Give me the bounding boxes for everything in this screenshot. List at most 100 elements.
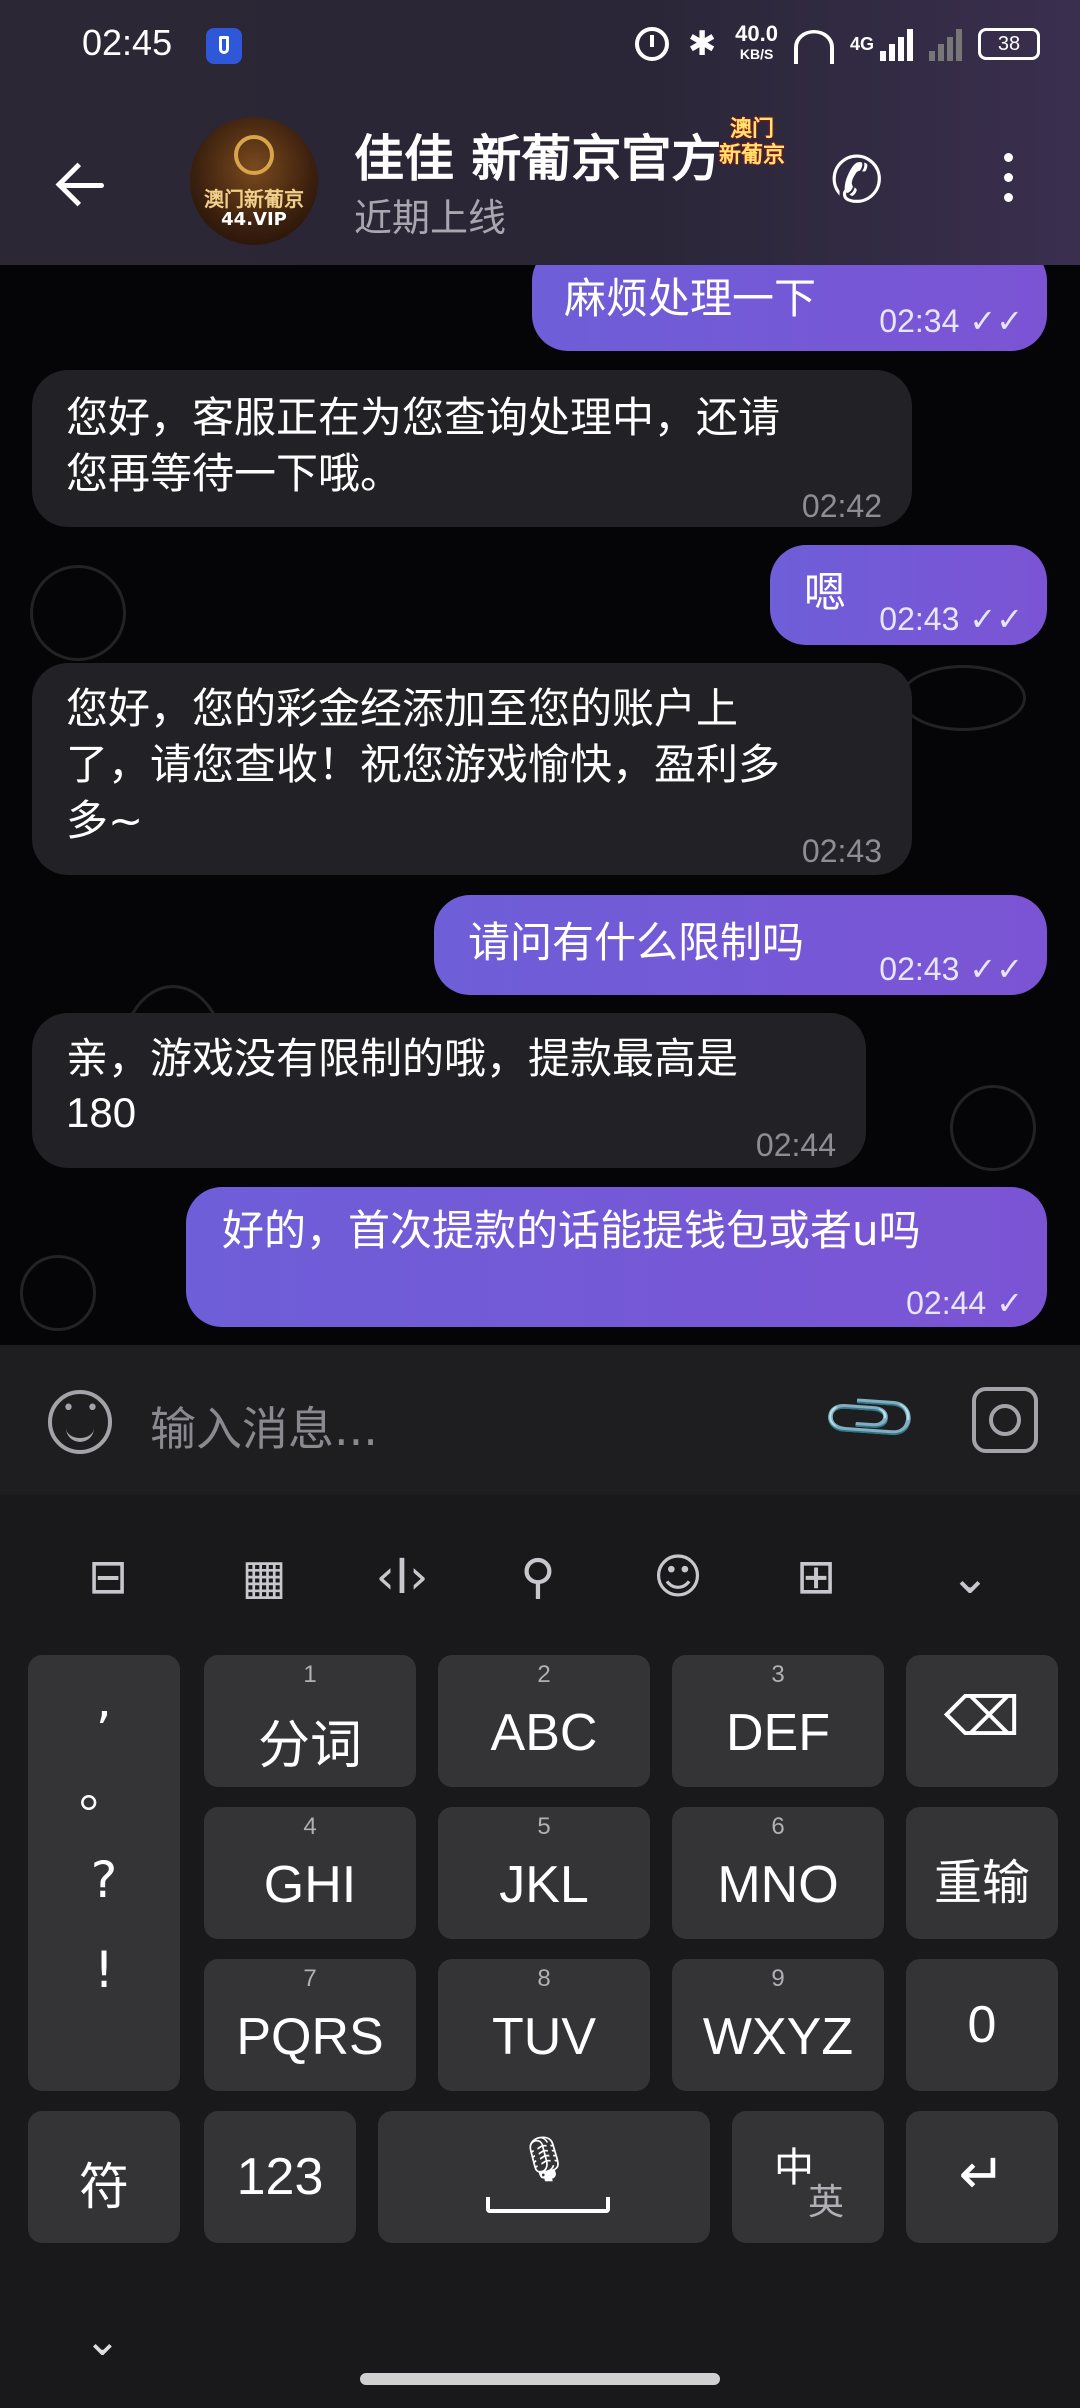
punct-key[interactable]: ,: [28, 1655, 180, 1745]
keyboard: ⊟ ▦ ‹I› ⚲ ☺ ⊞ ⌄ , 。 ? ! 1 分词 2 ABC 3 DEF ⌫ …: [0, 1495, 1080, 2408]
key-2[interactable]: 2 ABC: [438, 1655, 650, 1787]
cursor-move-icon[interactable]: ‹I›: [370, 1545, 434, 1609]
message-time: 02:44: [755, 1127, 836, 1163]
hide-keyboard-chevron-icon[interactable]: ⌄: [84, 2315, 121, 2366]
message-text: 麻烦处理一下: [564, 274, 817, 323]
key-4[interactable]: 4 GHI: [204, 1807, 416, 1939]
message-text-line: 多~: [66, 796, 144, 845]
read-ticks-icon: ✓✓: [969, 303, 1023, 339]
message-text: 好的，首次提款的话能提钱包或者u吗: [222, 1206, 921, 1255]
alarm-icon: [635, 27, 670, 61]
punct-key[interactable]: !: [28, 1925, 180, 2015]
top-bar: 02:45 ✱ 40.0 KB/S 4G 38 澳门新葡京 44.VIP 佳佳 新…: [0, 0, 1080, 265]
key-9[interactable]: 9 WXYZ: [672, 1959, 884, 2091]
punct-key[interactable]: 。: [28, 1745, 180, 1835]
net-speed: 40.0 KB/S: [735, 21, 778, 63]
doodle-pattern: [900, 665, 1026, 731]
message-bubble-outgoing[interactable]: 好的，首次提款的话能提钱包或者u吗 02:44 ✓: [186, 1187, 1047, 1327]
message-time: 02:42: [801, 488, 882, 524]
doodle-pattern: [950, 1085, 1036, 1171]
microphone-icon: 🎙: [516, 2135, 572, 2184]
message-text-line: 您好，您的彩金经添加至您的账户上: [66, 684, 739, 733]
status-bar: 02:45 ✱ 40.0 KB/S 4G 38: [0, 0, 1080, 95]
message-bubble-incoming[interactable]: 您好，客服正在为您查询处理中，还请 您再等待一下哦。 02:42: [32, 370, 912, 527]
search-icon[interactable]: ⚲: [506, 1545, 570, 1609]
message-text-line: 亲，游戏没有限制的哦，提款最高是: [66, 1034, 739, 1083]
language-switch-key[interactable]: 中 英: [732, 2111, 884, 2243]
read-ticks-icon: ✓✓: [969, 951, 1023, 987]
phone-call-icon[interactable]: [830, 144, 894, 218]
keyboard-layout-icon[interactable]: ▦: [232, 1545, 296, 1609]
message-meta: 02:43 ✓✓: [879, 951, 1023, 987]
notification-icon: [206, 28, 242, 64]
message-meta: 02:44 ✓: [906, 1285, 1023, 1321]
message-input[interactable]: 输入消息...: [150, 1393, 378, 1459]
message-meta: 02:34 ✓✓: [879, 303, 1023, 339]
title-tag: 澳门 新葡京: [712, 117, 792, 169]
more-menu-icon[interactable]: [996, 153, 1020, 213]
emoji-icon[interactable]: ☺: [646, 1545, 710, 1609]
status-icons: ✱ 40.0 KB/S 4G 38: [635, 21, 1040, 64]
backspace-icon: ⌫: [943, 1687, 1021, 1747]
avatar-text: 澳门新葡京: [204, 187, 304, 211]
tag-line-1: 澳门: [729, 117, 774, 142]
numbers-key[interactable]: 123: [204, 2111, 356, 2243]
key-5[interactable]: 5 JKL: [438, 1807, 650, 1939]
message-bubble-outgoing[interactable]: 麻烦处理一下 02:34 ✓✓: [532, 265, 1047, 351]
back-arrow-icon[interactable]: [52, 155, 112, 215]
signal-icon: [880, 27, 913, 61]
punct-key[interactable]: ?: [28, 1835, 180, 1925]
enter-key[interactable]: ↵: [906, 2111, 1058, 2243]
battery-icon: 38: [978, 28, 1040, 60]
message-text: 请问有什么限制吗: [468, 918, 805, 967]
tag-line-2: 新葡京: [718, 143, 785, 168]
message-text-line: 了，请您查收！祝您游戏愉快，盈利多: [66, 740, 781, 789]
punctuation-column[interactable]: , 。 ? !: [28, 1655, 180, 2091]
space-key[interactable]: 🎙: [378, 2111, 710, 2243]
emoji-icon[interactable]: [48, 1390, 112, 1454]
message-bubble-incoming[interactable]: 亲，游戏没有限制的哦，提款最高是 180 02:44: [32, 1013, 866, 1168]
message-bubble-incoming[interactable]: 您好，您的彩金经添加至您的账户上 了，请您查收！祝您游戏愉快，盈利多 多~ 02…: [32, 663, 912, 875]
doodle-pattern: [20, 1255, 96, 1331]
chevron-down-icon[interactable]: ⌄: [938, 1545, 1002, 1609]
bluetooth-icon: ✱: [687, 25, 717, 63]
message-text: 嗯: [804, 568, 847, 617]
key-3[interactable]: 3 DEF: [672, 1655, 884, 1787]
keyboard-toolbar: ⊟ ▦ ‹I› ⚲ ☺ ⊞ ⌄: [0, 1495, 1080, 1650]
chat-header: 澳门新葡京 44.VIP 佳佳 新葡京官方 澳门 新葡京 近期上线: [0, 95, 1080, 265]
symbols-key[interactable]: 符: [28, 2111, 180, 2243]
network-type: 4G: [849, 33, 874, 54]
message-list[interactable]: 麻烦处理一下 02:34 ✓✓ 您好，客服正在为您查询处理中，还请 您再等待一下哦…: [0, 265, 1080, 1345]
message-bubble-outgoing[interactable]: 请问有什么限制吗 02:43 ✓✓: [434, 895, 1047, 995]
spacebar-icon: [486, 2197, 610, 2213]
home-indicator[interactable]: [360, 2373, 720, 2385]
message-text-line: 180: [66, 1089, 137, 1136]
read-ticks-icon: ✓✓: [969, 601, 1023, 637]
message-time: 02:43: [801, 833, 882, 869]
avatar[interactable]: 澳门新葡京 44.VIP: [190, 117, 318, 245]
enter-icon: ↵: [958, 2142, 1006, 2205]
key-6[interactable]: 6 MNO: [672, 1807, 884, 1939]
apps-grid-icon[interactable]: ⊞: [784, 1545, 848, 1609]
message-bubble-outgoing[interactable]: 嗯 02:43 ✓✓: [770, 545, 1047, 645]
key-0[interactable]: 0: [906, 1959, 1058, 2091]
chat-title[interactable]: 佳佳 新葡京官方: [354, 119, 754, 191]
signal-icon-2: [929, 27, 962, 61]
attach-paperclip-icon[interactable]: 📎: [817, 1365, 924, 1472]
sent-tick-icon: ✓: [996, 1285, 1023, 1321]
wifi-icon: [794, 27, 834, 61]
key-7[interactable]: 7 PQRS: [204, 1959, 416, 2091]
message-composer: 输入消息... 📎: [0, 1345, 1080, 1495]
doodle-pattern: [30, 565, 126, 661]
key-8[interactable]: 8 TUV: [438, 1959, 650, 2091]
clipboard-icon[interactable]: ⊟: [76, 1545, 140, 1609]
last-seen-status: 近期上线: [354, 196, 507, 240]
reinput-key[interactable]: 重输: [906, 1807, 1058, 1939]
key-1[interactable]: 1 分词: [204, 1655, 416, 1787]
logo-crest-icon: [234, 135, 274, 175]
backspace-key[interactable]: ⌫: [906, 1655, 1058, 1787]
camera-icon[interactable]: [972, 1387, 1038, 1453]
avatar-subtext: 44.VIP: [221, 209, 287, 230]
message-text-line: 您再等待一下哦。: [66, 449, 403, 498]
message-meta: 02:43 ✓✓: [879, 601, 1023, 637]
